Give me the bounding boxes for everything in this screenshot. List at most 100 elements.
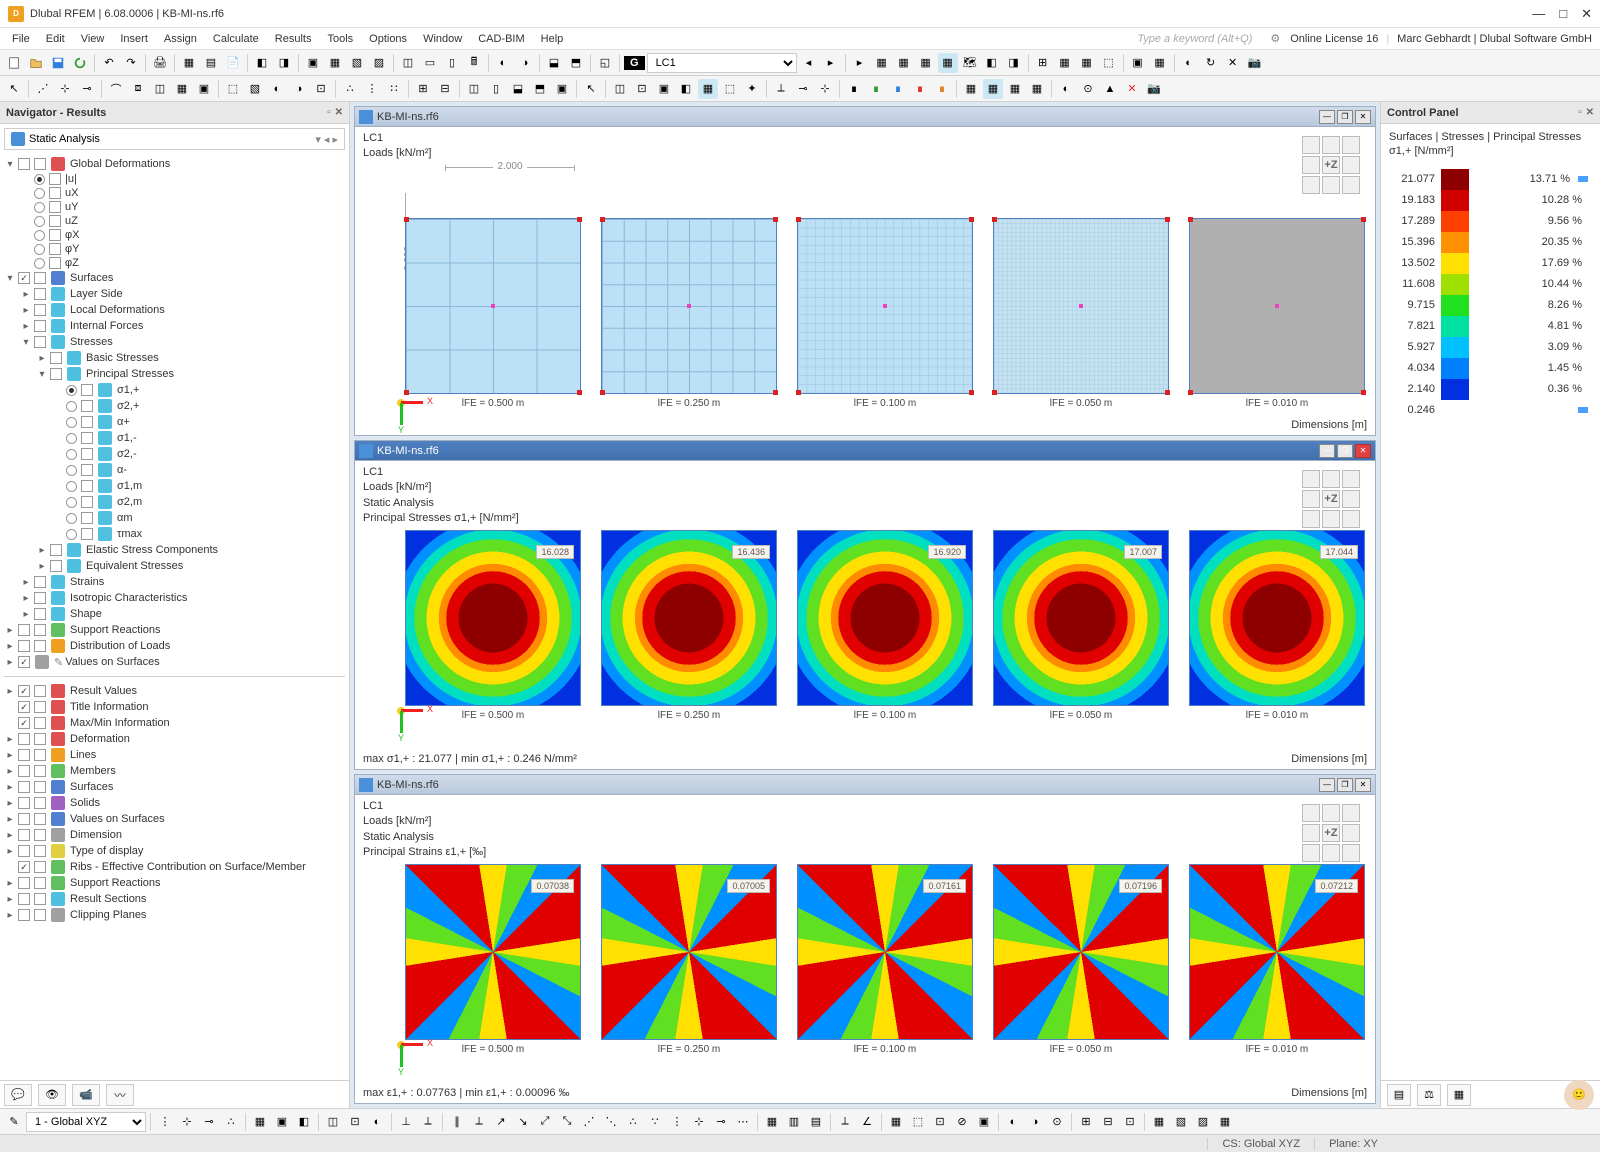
tool-icon[interactable]: ▦ <box>1005 79 1025 99</box>
viewport-canvas[interactable]: LC1Loads [kN/m²] +Z 2.000 2.000 lFE = 0.… <box>355 127 1375 435</box>
tool-icon[interactable]: ⋮ <box>667 1112 687 1132</box>
tree-item[interactable]: uX <box>0 186 349 200</box>
tool-icon[interactable]: ▦ <box>983 79 1003 99</box>
tool-icon[interactable]: ∴ <box>221 1112 241 1132</box>
nav-cube[interactable]: +Z <box>1299 467 1365 533</box>
nav-cube[interactable]: +Z <box>1299 801 1365 867</box>
tool-icon[interactable]: ▭ <box>420 53 440 73</box>
tool-icon[interactable]: ⋱ <box>601 1112 621 1132</box>
coord-system-select[interactable]: 1 - Global XYZ <box>26 1112 146 1132</box>
tree-item[interactable]: α+ <box>0 414 349 430</box>
tool-icon[interactable]: ⊡ <box>930 1112 950 1132</box>
minimize-button[interactable]: — <box>1532 6 1545 22</box>
cursor-icon[interactable]: ↖ <box>4 79 24 99</box>
tool-icon[interactable]: ▣ <box>654 79 674 99</box>
pin-icon[interactable]: ▫ <box>327 107 331 118</box>
tool-icon[interactable]: ▦ <box>1215 1112 1235 1132</box>
tool-icon[interactable]: ▥ <box>784 1112 804 1132</box>
tree-item[interactable]: σ2,+ <box>0 398 349 414</box>
menu-tools[interactable]: Tools <box>319 31 361 47</box>
tool-icon[interactable]: ⊡ <box>632 79 652 99</box>
tool-icon[interactable]: ⋮ <box>155 1112 175 1132</box>
tool-icon[interactable]: ▣ <box>272 1112 292 1132</box>
tree-item[interactable]: ▸Solids <box>0 795 349 811</box>
tool-icon[interactable]: ⬓ <box>544 53 564 73</box>
tool-icon[interactable]: ◑ <box>1025 1112 1045 1132</box>
delete-icon[interactable]: ✕ <box>1122 79 1142 99</box>
tool-icon[interactable]: ∎ <box>866 79 886 99</box>
tool-icon[interactable]: ⟂ <box>469 1112 489 1132</box>
tool-icon[interactable]: ⊹ <box>177 1112 197 1132</box>
tool-icon[interactable]: ↖ <box>581 79 601 99</box>
tool-icon[interactable]: ◫ <box>398 53 418 73</box>
tool-icon[interactable]: ⊸ <box>77 79 97 99</box>
tree-item[interactable]: uZ <box>0 214 349 228</box>
tool-icon[interactable]: ⬒ <box>566 53 586 73</box>
tool-icon[interactable]: ⤡ <box>557 1112 577 1132</box>
tool-icon[interactable]: ⊹ <box>55 79 75 99</box>
menu-view[interactable]: View <box>73 31 113 47</box>
tool-icon[interactable]: ⬓ <box>508 79 528 99</box>
tool-icon[interactable]: ◐ <box>1003 1112 1023 1132</box>
tool-icon[interactable]: ▣ <box>194 79 214 99</box>
tree-surfaces[interactable]: ▾Surfaces <box>0 270 349 286</box>
tool-icon[interactable]: ∴ <box>623 1112 643 1132</box>
tool-icon[interactable]: ◑ <box>515 53 535 73</box>
next-icon[interactable]: ▸ <box>821 53 841 73</box>
tool-icon[interactable]: ▦ <box>872 53 892 73</box>
tree-item[interactable]: ▸Isotropic Characteristics <box>0 590 349 606</box>
tool-icon[interactable]: ⬚ <box>1099 53 1119 73</box>
tool-icon[interactable]: ▦ <box>886 1112 906 1132</box>
tool-icon[interactable]: ⋰ <box>33 79 53 99</box>
tree-item[interactable]: ▸Members <box>0 763 349 779</box>
menu-calculate[interactable]: Calculate <box>205 31 267 47</box>
tool-icon[interactable]: ⬒ <box>530 79 550 99</box>
pin-icon[interactable]: ▫ <box>1578 107 1582 118</box>
restore-icon[interactable]: ❐ <box>1337 444 1353 458</box>
tree-item[interactable]: ▸Strains <box>0 574 349 590</box>
tool-icon[interactable]: ▧ <box>347 53 367 73</box>
tool-icon[interactable]: ▣ <box>303 53 323 73</box>
tree-item[interactable]: ▸Dimension <box>0 827 349 843</box>
tree-global-deformations[interactable]: ▾Global Deformations <box>0 156 349 172</box>
tool-icon[interactable]: ⊙ <box>1047 1112 1067 1132</box>
tool-icon[interactable]: ▦ <box>1150 53 1170 73</box>
minimize-icon[interactable]: — <box>1319 444 1335 458</box>
tool-icon[interactable]: ◑ <box>289 79 309 99</box>
viewport-canvas[interactable]: LC1Loads [kN/m²]Static AnalysisPrincipal… <box>355 795 1375 1103</box>
tree-item[interactable]: τmax <box>0 526 349 542</box>
tool-icon[interactable]: ⬚ <box>908 1112 928 1132</box>
tool-icon[interactable]: ◱ <box>595 53 615 73</box>
new-icon[interactable] <box>4 53 24 73</box>
tool-icon[interactable]: ⊡ <box>345 1112 365 1132</box>
tree-item[interactable]: ▸Values on Surfaces <box>0 811 349 827</box>
tool-icon[interactable]: 🗺 <box>960 53 980 73</box>
tool-icon[interactable]: ⋰ <box>579 1112 599 1132</box>
tool-icon[interactable]: ◫ <box>150 79 170 99</box>
nav-cube[interactable]: +Z <box>1299 133 1365 199</box>
restore-icon[interactable]: ❐ <box>1337 110 1353 124</box>
tool-icon[interactable]: ⊘ <box>952 1112 972 1132</box>
tool-icon[interactable]: ∷ <box>384 79 404 99</box>
tool-icon[interactable]: ✦ <box>742 79 762 99</box>
tree-item[interactable]: ▸Elastic Stress Components <box>0 542 349 558</box>
tool-icon[interactable]: ◫ <box>323 1112 343 1132</box>
tool-icon[interactable]: ⊙ <box>1078 79 1098 99</box>
tool-icon[interactable]: ⊞ <box>413 79 433 99</box>
user-avatar[interactable]: 🙂 <box>1564 1080 1594 1110</box>
menu-edit[interactable]: Edit <box>38 31 73 47</box>
tool-icon[interactable]: ∎ <box>910 79 930 99</box>
tool-icon[interactable]: ↗ <box>491 1112 511 1132</box>
tool-icon[interactable]: ◫ <box>464 79 484 99</box>
tool-icon[interactable]: ◧ <box>252 53 272 73</box>
print-icon[interactable]: 🖨 <box>150 53 170 73</box>
tool-icon[interactable]: ⧈ <box>128 79 148 99</box>
tool-icon[interactable]: ⌒ <box>106 79 126 99</box>
close-button[interactable]: ✕ <box>1581 6 1592 22</box>
tool-icon[interactable]: ⊹ <box>689 1112 709 1132</box>
tool-icon[interactable]: ◐ <box>1179 53 1199 73</box>
tool-icon[interactable]: ⊥ <box>396 1112 416 1132</box>
tree-item[interactable]: ▸Internal Forces <box>0 318 349 334</box>
tool-icon[interactable]: ▦ <box>938 53 958 73</box>
tool-icon[interactable]: ⋮ <box>362 79 382 99</box>
